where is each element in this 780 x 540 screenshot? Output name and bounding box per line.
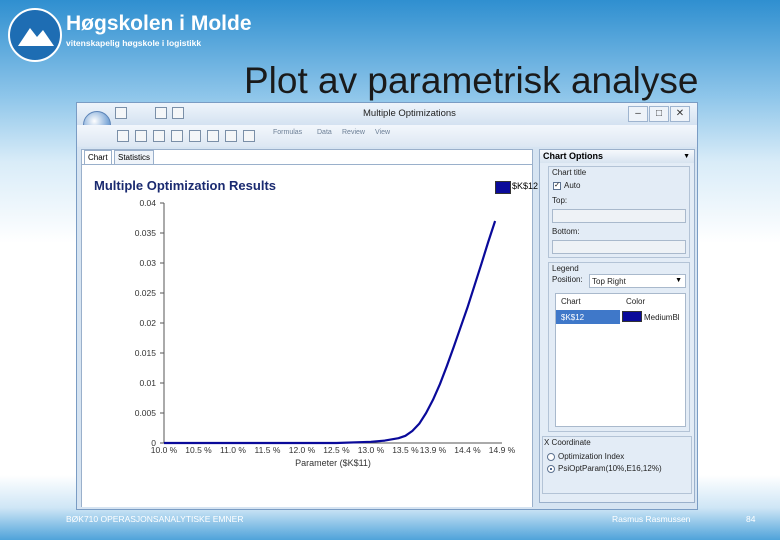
legend-group-label: Legend: [552, 264, 579, 273]
table-cell-color: MediumBl: [644, 313, 680, 322]
y-tick-label: 0.03: [139, 258, 156, 268]
zoom-in-icon[interactable]: [135, 130, 147, 142]
y-tick-label: 0.01: [139, 378, 156, 388]
window-title: Multiple Optimizations: [363, 108, 456, 119]
y-tick-label: 0.005: [135, 408, 157, 418]
x-axis-label: Parameter ($K$11): [295, 458, 371, 468]
chart-options-title: Chart Options: [543, 151, 603, 161]
x-tick-label: 11.0 %: [220, 445, 246, 455]
bottom-title-input[interactable]: [552, 240, 686, 254]
legend-series-table: Chart Color $K$12 MediumBl: [555, 293, 686, 427]
tab-statistics[interactable]: Statistics: [114, 150, 155, 164]
menu-item-formulas[interactable]: Formulas: [273, 129, 302, 136]
x-tick-label: 12.5 %: [323, 445, 350, 455]
zoom-fit-icon[interactable]: [171, 130, 183, 142]
tab-chart[interactable]: Chart: [84, 150, 112, 164]
psiopt-param-radio[interactable]: [547, 465, 555, 473]
x-tick-label: 10.0 %: [151, 445, 178, 455]
position-label: Position:: [552, 275, 583, 284]
chart-area: Multiple Optimization Results $K$12 0.04…: [82, 164, 538, 507]
position-select[interactable]: Top Right ▼: [589, 274, 686, 288]
minimize-button[interactable]: –: [628, 106, 648, 122]
close-button[interactable]: ✕: [670, 106, 690, 122]
save-icon[interactable]: [115, 107, 127, 119]
x-tick-label: 13.5 %: [392, 445, 419, 455]
menu-item-view[interactable]: View: [375, 129, 390, 136]
school-tagline: vitenskapelig høgskole i logistikk: [66, 38, 202, 48]
x-tick-label: 13.9 %: [420, 445, 447, 455]
y-tick-label: 0.035: [135, 228, 157, 238]
toolbar: Formulas Data Review View: [77, 125, 697, 147]
x-tick-label: 11.5 %: [255, 445, 281, 455]
optimization-index-label: Optimization Index: [558, 452, 625, 461]
grid-icon[interactable]: [243, 130, 255, 142]
y-tick-label: 0.025: [135, 288, 157, 298]
auto-label: Auto: [564, 181, 581, 190]
table-row[interactable]: $K$12 MediumBl: [556, 310, 685, 324]
x-tick-label: 10.5 %: [185, 445, 212, 455]
chart-options-pane: Chart Options ▼ Chart title ✓ Auto Top: …: [539, 149, 695, 503]
application-window: Multiple Optimizations – □ ✕ Formulas Da…: [76, 102, 698, 510]
chevron-down-icon[interactable]: ▼: [683, 150, 690, 163]
menu-item-review[interactable]: Review: [342, 129, 365, 136]
maximize-button[interactable]: □: [649, 106, 669, 122]
x-tick-label: 13.0 %: [358, 445, 385, 455]
chevron-down-icon[interactable]: ▼: [675, 277, 682, 284]
chart-plot: 0.040.0350.030.0250.020.0150.010.005010.…: [135, 198, 516, 468]
y-tick-label: 0.015: [135, 348, 157, 358]
table-header-chart: Chart: [561, 297, 581, 306]
chart-pane: Chart Statistics Multiple Optimization R…: [81, 149, 538, 507]
copy-icon[interactable]: [155, 107, 167, 119]
psiopt-param-label: PsiOptParam(10%,E16,12%): [558, 464, 662, 473]
table-cell-color-swatch: [622, 311, 642, 322]
legend-icon[interactable]: [225, 130, 237, 142]
x-tick-label: 14.4 %: [454, 445, 481, 455]
x-tick-label: 12.0 %: [289, 445, 316, 455]
school-name: Høgskolen i Molde: [66, 12, 252, 35]
x-coordinate-group-label: X Coordinate: [544, 438, 591, 447]
chart-icon[interactable]: [189, 130, 201, 142]
table-header-color: Color: [626, 297, 646, 306]
position-select-value: Top Right: [592, 277, 626, 286]
auto-checkbox[interactable]: ✓: [553, 182, 561, 190]
mountain-logo-icon: [18, 28, 54, 46]
footer-page-number: 84: [746, 514, 756, 524]
y-tick-label: 0.02: [139, 318, 156, 328]
menu-item-data[interactable]: Data: [317, 129, 332, 136]
series-line: [164, 220, 497, 445]
paste-icon[interactable]: [172, 107, 184, 119]
bottom-label: Bottom:: [552, 227, 580, 236]
export-icon[interactable]: [207, 130, 219, 142]
top-label: Top:: [552, 196, 568, 205]
footer-course: BØK710 OPERASJONSANALYTISKE EMNER: [66, 514, 244, 524]
zoom-out-icon[interactable]: [153, 130, 165, 142]
y-tick-label: 0.04: [139, 198, 156, 208]
print-icon[interactable]: [117, 130, 129, 142]
optimization-index-radio[interactable]: [547, 453, 555, 461]
top-title-input[interactable]: [552, 209, 686, 223]
x-tick-label: 14.9 %: [489, 445, 516, 455]
table-cell-chart: $K$12: [561, 313, 585, 322]
chart-options-header[interactable]: Chart Options ▼: [540, 150, 694, 163]
school-logo: [8, 8, 62, 62]
footer-author: Rasmus Rasmussen: [612, 514, 691, 524]
window-titlebar: Multiple Optimizations – □ ✕: [77, 103, 697, 125]
chart-title-group-label: Chart title: [552, 168, 587, 177]
slide-title: Plot av parametrisk analyse: [244, 60, 699, 101]
